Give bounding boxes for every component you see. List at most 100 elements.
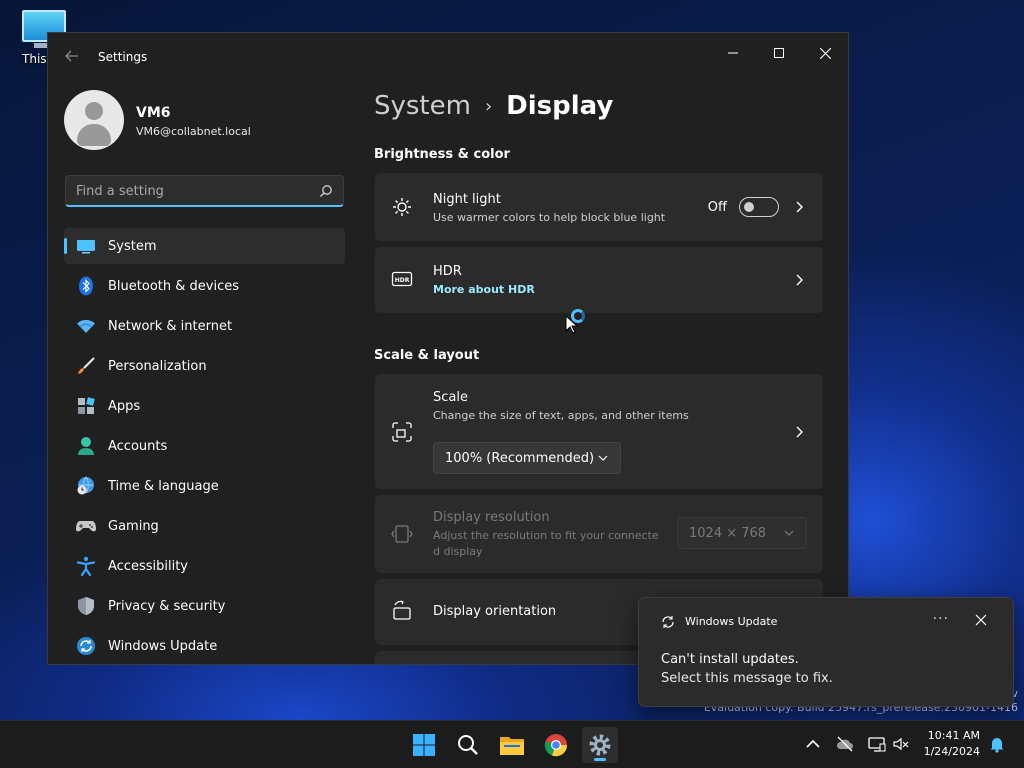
- sidebar-item-gaming[interactable]: Gaming: [64, 508, 345, 544]
- apps-icon: [76, 396, 96, 416]
- breadcrumb: System › Display: [374, 91, 613, 121]
- minimize-icon: [728, 52, 738, 54]
- sidebar-item-network[interactable]: Network & internet: [64, 308, 345, 344]
- title-bar[interactable]: Settings: [48, 33, 848, 81]
- file-explorer-button[interactable]: [494, 727, 530, 763]
- night-light-subtitle: Use warmer colors to help block blue lig…: [433, 211, 666, 224]
- toggle-knob: [744, 202, 754, 212]
- sidebar-item-label: Gaming: [108, 518, 159, 534]
- taskbar: 10:41 AM 1/24/2024: [0, 720, 1024, 768]
- sidebar-item-windows-update[interactable]: Windows Update: [64, 628, 345, 664]
- person-icon: [76, 436, 96, 456]
- arrow-left-icon: [65, 50, 78, 62]
- sidebar-item-bluetooth[interactable]: Bluetooth & devices: [64, 268, 345, 304]
- scale-card[interactable]: Scale Change the size of text, apps, and…: [375, 374, 823, 489]
- search-box[interactable]: [65, 175, 344, 207]
- hdr-icon: HDR: [391, 271, 413, 287]
- bluetooth-icon: [76, 276, 96, 296]
- chevron-right-icon: [796, 274, 803, 286]
- hdr-card[interactable]: HDR HDR More about HDR: [375, 247, 823, 313]
- breadcrumb-parent[interactable]: System: [374, 91, 471, 121]
- section-title-brightness: Brightness & color: [374, 147, 510, 162]
- system-clock[interactable]: 10:41 AM 1/24/2024: [924, 728, 980, 760]
- notification-bell-icon[interactable]: [988, 735, 1006, 753]
- night-light-toggle[interactable]: [739, 197, 779, 217]
- clock-time: 10:41 AM: [927, 729, 980, 742]
- maximize-icon: [774, 48, 784, 58]
- sidebar-item-accessibility[interactable]: Accessibility: [64, 548, 345, 584]
- search-icon[interactable]: [319, 184, 333, 198]
- scale-icon: [392, 422, 412, 442]
- close-icon[interactable]: [975, 614, 987, 626]
- toast-message-line1: Can't install updates.: [661, 652, 799, 667]
- brush-icon: [76, 356, 96, 376]
- chrome-icon: [544, 734, 568, 757]
- windows-update-toast[interactable]: Windows Update ··· Can't install updates…: [638, 597, 1014, 707]
- search-input[interactable]: [66, 176, 306, 206]
- user-name: VM6: [136, 105, 171, 121]
- sidebar-item-personalization[interactable]: Personalization: [64, 348, 345, 384]
- active-indicator: [594, 758, 606, 761]
- section-title-scale: Scale & layout: [374, 348, 480, 363]
- scale-subtitle: Change the size of text, apps, and other…: [433, 409, 689, 422]
- chevron-up-icon[interactable]: [804, 735, 822, 753]
- sidebar-item-label: System: [108, 238, 157, 254]
- svg-text:HDR: HDR: [395, 277, 410, 284]
- scale-dropdown-value: 100% (Recommended): [445, 450, 595, 466]
- page-title: Display: [506, 91, 614, 121]
- settings-taskbar-button[interactable]: [582, 727, 618, 763]
- taskbar-search-button[interactable]: [450, 727, 486, 763]
- minimize-button[interactable]: [710, 37, 756, 69]
- resolution-title: Display resolution: [433, 510, 550, 525]
- night-light-title: Night light: [433, 192, 501, 207]
- accessibility-icon: [76, 556, 96, 576]
- main-content: System › Display Brightness & color Nigh…: [374, 81, 826, 664]
- breadcrumb-separator: ›: [484, 95, 493, 117]
- toast-more-button[interactable]: ···: [933, 611, 949, 627]
- speaker-muted-icon[interactable]: [892, 735, 910, 753]
- back-button[interactable]: [62, 48, 82, 68]
- chevron-right-icon: [796, 201, 803, 213]
- update-icon: [76, 636, 96, 656]
- sidebar-item-label: Apps: [108, 398, 141, 414]
- hdr-title: HDR: [433, 264, 462, 279]
- maximize-button[interactable]: [756, 37, 802, 69]
- sidebar-item-privacy[interactable]: Privacy & security: [64, 588, 345, 624]
- toast-message-line2: Select this message to fix.: [661, 671, 833, 686]
- sidebar-item-label: Bluetooth & devices: [108, 278, 239, 294]
- resolution-dropdown-value: 1024 × 768: [689, 525, 767, 541]
- onedrive-offline-icon[interactable]: [836, 735, 854, 753]
- sync-icon: [662, 616, 674, 628]
- sidebar-item-time-language[interactable]: Time & language: [64, 468, 345, 504]
- mouse-cursor: [565, 315, 579, 334]
- close-button[interactable]: [802, 37, 848, 69]
- windows-logo-icon: [413, 734, 435, 756]
- user-email: VM6@collabnet.local: [136, 125, 251, 138]
- resolution-subtitle-line2: d display: [433, 545, 483, 558]
- sidebar-nav: System Bluetooth & devices Network & int…: [64, 228, 345, 664]
- search-icon: [458, 735, 478, 755]
- avatar-body: [77, 124, 111, 146]
- resolution-subtitle-line1: Adjust the resolution to fit your connec…: [433, 529, 659, 542]
- resolution-dropdown: 1024 × 768: [677, 517, 807, 549]
- shield-icon: [76, 596, 96, 616]
- brightness-icon: [393, 198, 411, 216]
- sidebar-item-label: Accessibility: [108, 558, 188, 574]
- network-icon[interactable]: [868, 735, 886, 753]
- night-light-card[interactable]: Night light Use warmer colors to help bl…: [375, 173, 823, 241]
- night-light-state: Off: [707, 200, 727, 215]
- sidebar-item-label: Time & language: [108, 478, 219, 494]
- sidebar-item-label: Privacy & security: [108, 598, 226, 614]
- start-button[interactable]: [406, 727, 442, 763]
- chrome-button[interactable]: [538, 727, 574, 763]
- sidebar-item-apps[interactable]: Apps: [64, 388, 345, 424]
- more-about-hdr-link[interactable]: More about HDR: [433, 283, 535, 296]
- scale-dropdown[interactable]: 100% (Recommended): [433, 442, 621, 474]
- sidebar-item-accounts[interactable]: Accounts: [64, 428, 345, 464]
- sidebar-item-label: Accounts: [108, 438, 168, 454]
- globe-clock-icon: [76, 476, 96, 496]
- sidebar-item-label: Personalization: [108, 358, 207, 374]
- orientation-title: Display orientation: [433, 604, 557, 619]
- sidebar-item-system[interactable]: System: [64, 228, 345, 264]
- scale-title: Scale: [433, 390, 468, 405]
